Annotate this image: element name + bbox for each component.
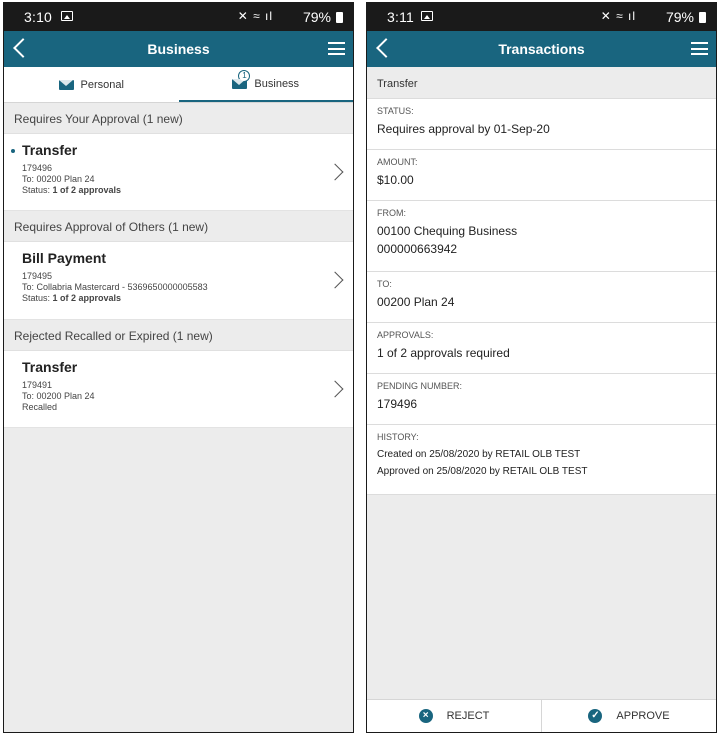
tab-personal[interactable]: Personal [4,67,179,102]
gallery-icon [421,11,433,21]
status-label: STATUS: [377,106,414,116]
battery-level: 79% [302,9,331,25]
item-status: Status: 1 of 2 approvals [22,293,122,303]
pending-number-label: PENDING NUMBER: [377,381,463,391]
reject-label: REJECT [446,710,490,722]
battery-icon [699,12,706,23]
page-title: Transactions [498,41,585,57]
gallery-icon [61,11,73,21]
status-bar: 3:10 ✕ ≈ ıl 79% [4,3,353,31]
to-field: TO: 00200 Plan 24 [367,272,716,323]
back-icon[interactable] [376,38,396,58]
transaction-detail-screen: 3:11 ✕ ≈ ıl 79% Transactions Transfer ST… [366,2,717,733]
account-tabs: Personal 1 Business [4,67,353,103]
close-circle-icon: × [418,709,433,723]
section-header: Rejected Recalled or Expired (1 new) [4,320,353,351]
page-title: Business [147,41,210,57]
hamburger-menu-icon[interactable] [691,42,708,55]
from-label: FROM: [377,208,406,218]
check-circle-icon: ✓ [588,709,603,723]
reject-button[interactable]: × REJECT [367,700,541,732]
from-field: FROM: 00100 Chequing Business 0000006639… [367,201,716,272]
to-value: 00200 Plan 24 [377,295,455,309]
item-id: 179495 [22,271,53,281]
signal-icons: ✕ ≈ ıl [600,9,636,23]
item-id: 179496 [22,163,53,173]
section-header: Requires Approval of Others (1 new) [4,211,353,242]
from-account-name: 00100 Chequing Business [377,224,518,238]
notification-badge: 1 [238,69,251,82]
amount-label: AMOUNT: [377,157,418,167]
battery-level: 79% [665,9,694,25]
status-field: STATUS: Requires approval by 01-Sep-20 [367,99,716,150]
status-time: 3:11 [387,9,415,25]
envelope-badge-icon: 1 [232,69,251,89]
tab-business-label: Business [254,77,300,90]
status-time: 3:10 [24,9,53,25]
item-name: Bill Payment [22,250,107,266]
history-created: Created on 25/08/2020 by RETAIL OLB TEST [377,449,581,460]
item-name: Transfer [22,359,78,375]
business-screen: 3:10 ✕ ≈ ıl 79% Business Personal 1 Busi… [3,2,354,733]
item-to: To: 00200 Plan 24 [22,391,95,401]
section-header: Requires Your Approval (1 new) [4,103,353,134]
amount-value: $10.00 [377,173,414,187]
list-item[interactable]: Transfer 179491 To: 00200 Plan 24 Recall… [4,351,353,428]
tab-business[interactable]: 1 Business [178,67,353,102]
amount-field: AMOUNT: $10.00 [367,150,716,201]
unread-dot [11,149,15,153]
item-to: To: Collabria Mastercard - 5369650000005… [22,282,208,292]
approve-label: APPROVE [616,710,670,722]
tab-personal-label: Personal [80,78,124,91]
signal-icons: ✕ ≈ ıl [237,9,273,23]
app-bar: Transactions [367,31,716,67]
history-field: HISTORY: Created on 25/08/2020 by RETAIL… [367,425,716,495]
back-icon[interactable] [13,38,33,58]
pending-number-value: 179496 [377,397,418,411]
item-to: To: 00200 Plan 24 [22,174,95,184]
battery-icon [336,12,343,23]
hamburger-menu-icon[interactable] [328,42,345,55]
to-label: TO: [377,279,392,289]
status-value: Requires approval by 01-Sep-20 [377,122,550,136]
history-approved: Approved on 25/08/2020 by RETAIL OLB TES… [377,466,588,477]
item-name: Transfer [22,142,78,158]
status-bar: 3:11 ✕ ≈ ıl 79% [367,3,716,31]
from-account-number: 000000663942 [377,242,458,256]
list-item[interactable]: Transfer 179496 To: 00200 Plan 24 Status… [4,134,353,211]
list-item[interactable]: Bill Payment 179495 To: Collabria Master… [4,242,353,320]
envelope-icon [58,79,74,90]
action-bar: × REJECT ✓ APPROVE [367,699,716,732]
transaction-type-header: Transfer [367,67,716,99]
approvals-field: APPROVALS: 1 of 2 approvals required [367,323,716,374]
item-id: 179491 [22,380,53,390]
item-status: Status: 1 of 2 approvals [22,185,122,195]
approvals-label: APPROVALS: [377,330,434,340]
item-status: Recalled [22,402,58,412]
pending-number-field: PENDING NUMBER: 179496 [367,374,716,425]
approve-button[interactable]: ✓ APPROVE [541,700,716,732]
history-label: HISTORY: [377,432,419,442]
approvals-value: 1 of 2 approvals required [377,346,510,360]
app-bar: Business [4,31,353,67]
